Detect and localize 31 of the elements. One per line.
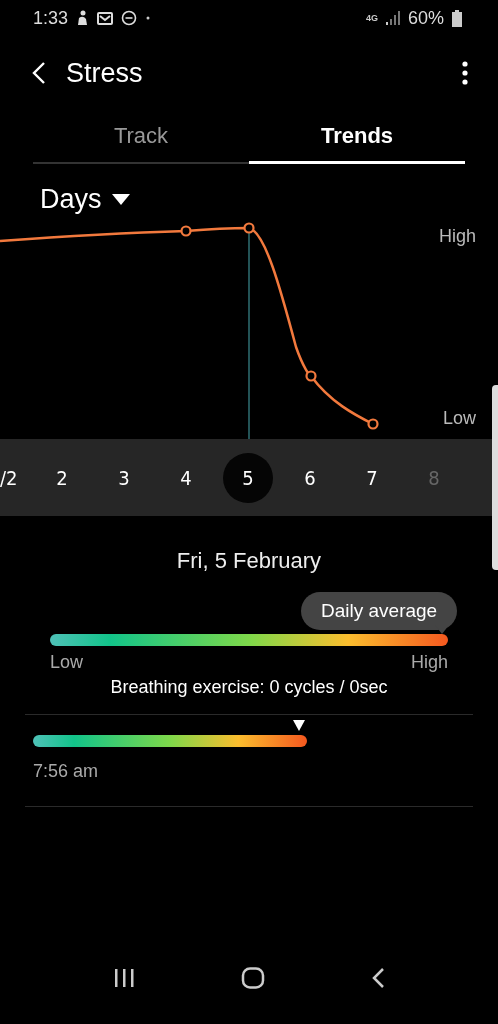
- daily-average-tooltip: Daily average: [301, 592, 458, 630]
- period-dropdown[interactable]: Days: [40, 184, 130, 215]
- do-not-disturb-icon: [121, 10, 138, 26]
- day-item[interactable]: 4: [155, 439, 217, 516]
- dot-icon: [145, 15, 152, 21]
- signal-icon: [385, 11, 400, 25]
- selected-date: Fri, 5 February: [175, 548, 323, 574]
- home-button[interactable]: [239, 965, 267, 991]
- dropdown-caret-icon: [111, 194, 130, 205]
- day-item[interactable]: 3: [93, 439, 155, 516]
- low-axis-label: Low: [442, 408, 476, 429]
- day-item[interactable]: /2: [0, 439, 31, 516]
- high-axis-label: High: [438, 226, 476, 247]
- network-type: 4G: [365, 13, 378, 23]
- day-item[interactable]: 2: [31, 439, 93, 516]
- screen-title: Stress: [66, 57, 144, 89]
- day-item[interactable]: 6: [279, 439, 341, 516]
- scroll-handle[interactable]: [492, 385, 498, 570]
- battery-percent: 60%: [407, 7, 444, 29]
- battery-icon: [452, 9, 462, 27]
- figure-icon: [76, 10, 90, 26]
- high-label: High: [410, 652, 448, 673]
- status-time: 1:33: [33, 7, 69, 29]
- mail-icon: [97, 11, 114, 25]
- more-options-button[interactable]: [460, 59, 470, 87]
- low-label: Low: [50, 652, 84, 673]
- record-time: 7:56 am: [33, 761, 100, 782]
- tab[interactable]: Track: [33, 110, 249, 164]
- day-item[interactable]: 7: [341, 439, 403, 516]
- breathing-exercise-text: Breathing exercise: 0 cycles / 0sec: [109, 677, 389, 698]
- tab[interactable]: Trends: [249, 110, 465, 164]
